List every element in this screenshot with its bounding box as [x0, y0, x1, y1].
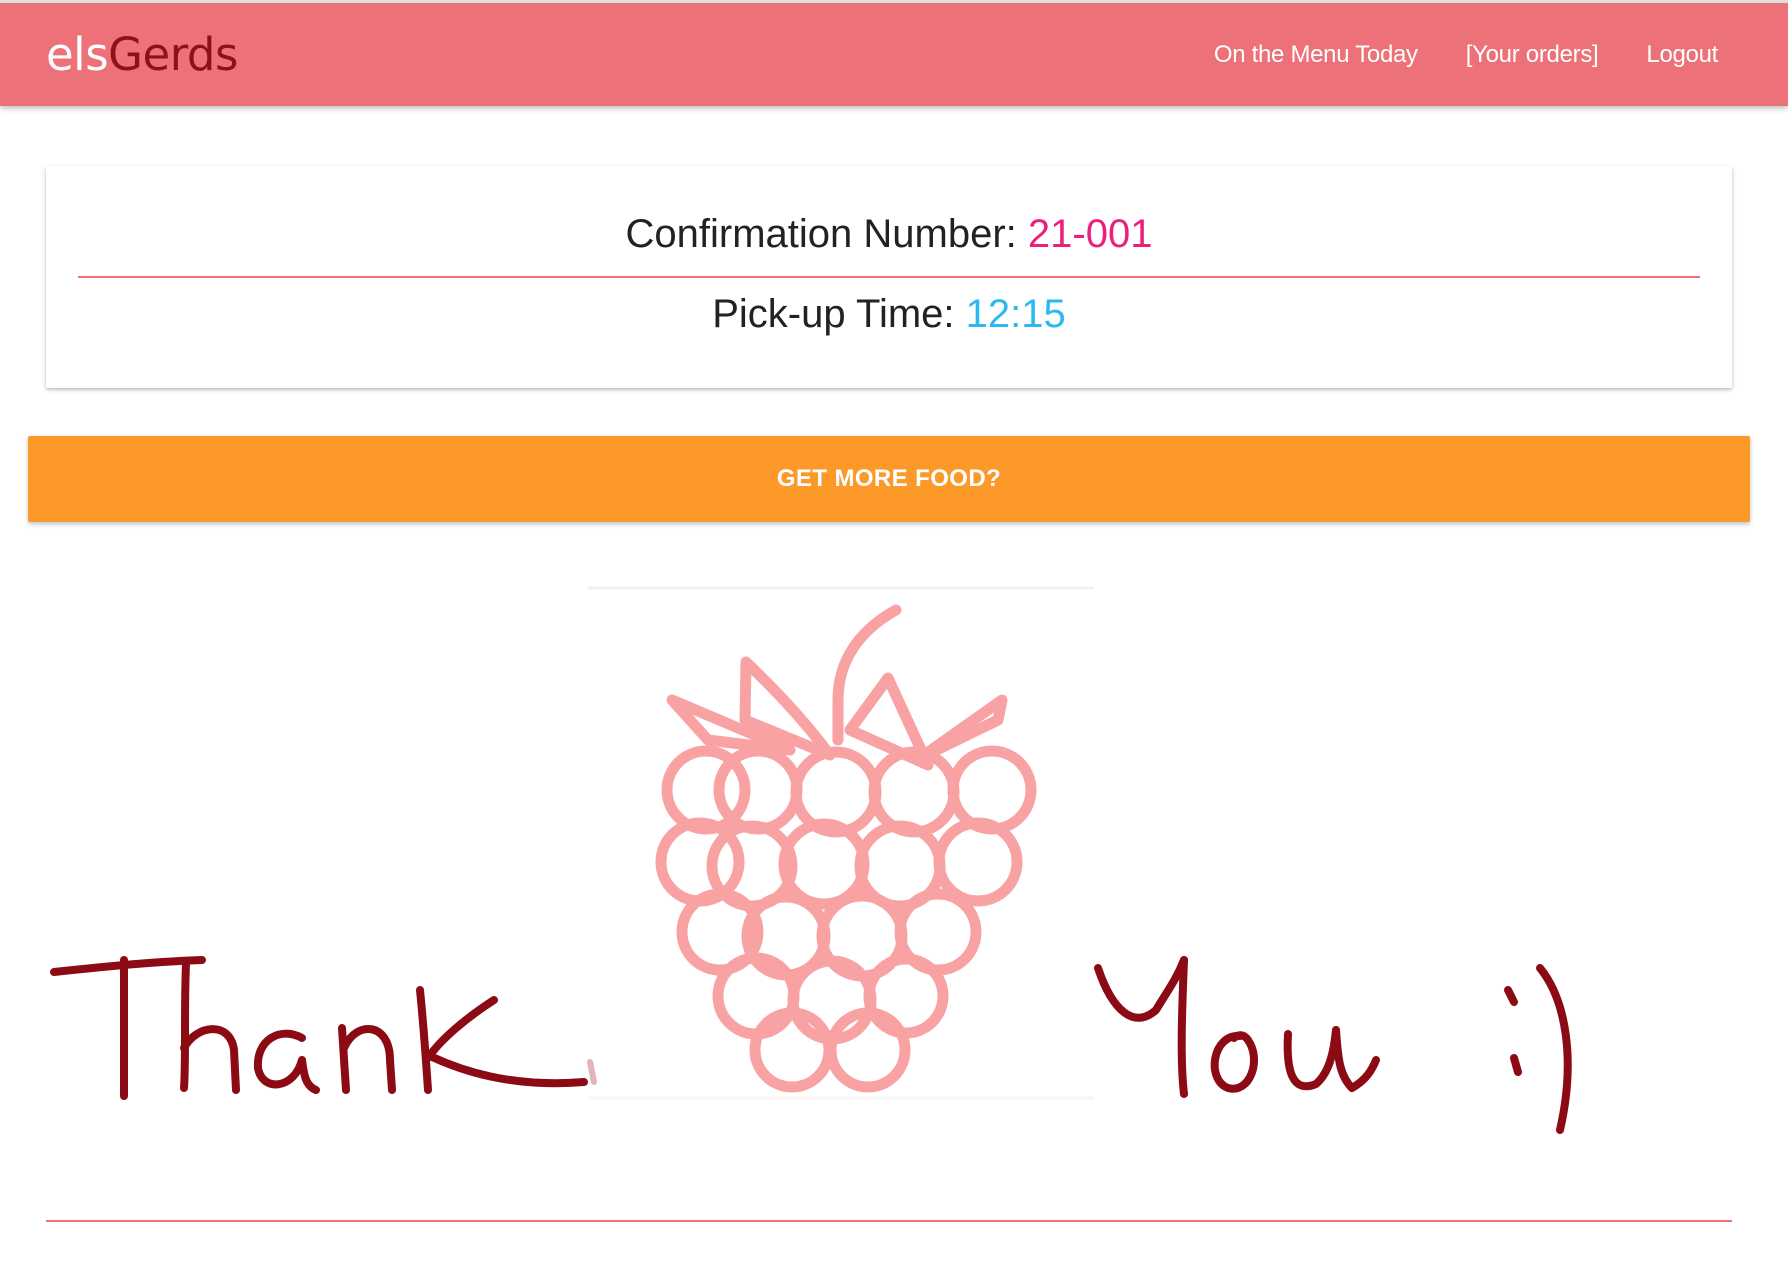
confirmation-number-row: Confirmation Number: 21-001 [46, 214, 1732, 254]
you-handwriting [1094, 956, 1572, 1134]
nav-link-logout[interactable]: Logout [1646, 41, 1718, 69]
thank-handwriting [50, 956, 588, 1100]
card-divider [78, 276, 1700, 278]
brand-logo-part1: els [46, 28, 109, 81]
get-more-food-button[interactable]: GET MORE FOOD? [28, 436, 1750, 522]
thank-you-image [0, 560, 1788, 1180]
order-confirmation-card: Confirmation Number: 21-001 Pick-up Time… [46, 166, 1732, 388]
confirmation-number-label: Confirmation Number: [625, 212, 1017, 256]
pickup-time-value: 12:15 [965, 292, 1066, 336]
confirmation-number-value: 21-001 [1027, 212, 1153, 256]
nav-link-menu-today[interactable]: On the Menu Today [1214, 41, 1418, 69]
brand-logo-part2: Gerds [108, 28, 238, 81]
top-navbar: elsGerds On the Menu Today [Your orders]… [0, 0, 1788, 106]
pickup-time-label: Pick-up Time: [712, 292, 955, 336]
brand-logo[interactable]: elsGerds [46, 32, 238, 77]
nav-links: On the Menu Today [Your orders] Logout [1214, 41, 1718, 69]
raspberry-icon [655, 604, 1037, 1093]
nav-link-your-orders[interactable]: [Your orders] [1466, 41, 1599, 69]
bottom-divider [46, 1220, 1732, 1222]
pickup-time-row: Pick-up Time: 12:15 [46, 294, 1732, 334]
